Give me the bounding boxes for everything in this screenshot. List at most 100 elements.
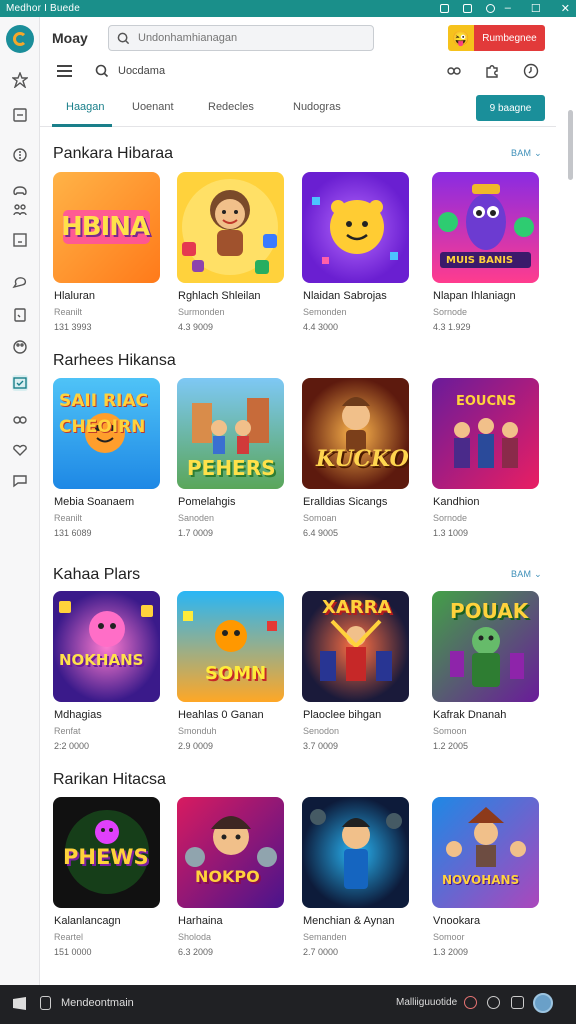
gamepad-icon[interactable] xyxy=(12,182,28,198)
phone-icon[interactable] xyxy=(40,996,51,1010)
game-title: Vnookara xyxy=(433,915,481,927)
taskbar-status-label: Malliiguuotide xyxy=(396,997,458,1008)
game-art-text: NOKPO xyxy=(195,867,260,886)
clipboard-icon[interactable] xyxy=(12,307,28,323)
tray-icon-1[interactable] xyxy=(439,4,449,13)
message-icon[interactable] xyxy=(12,472,28,488)
start-icon[interactable] xyxy=(13,997,26,1010)
document-icon[interactable] xyxy=(12,107,28,123)
game-thumbnail[interactable] xyxy=(302,797,409,908)
tab-action-button[interactable]: 9 baagne xyxy=(476,95,545,121)
game-thumbnail[interactable]: KUCKO xyxy=(302,378,409,489)
promo-banner[interactable]: 😜 Rumbegnee xyxy=(448,25,545,51)
brand-name: Moay xyxy=(52,30,88,46)
game-card[interactable]: PEHERS Pomelahgis Sanoden 1.7 0009 xyxy=(177,378,289,538)
game-rating: 3.7 0009 xyxy=(303,741,339,751)
window-icon[interactable] xyxy=(511,996,524,1009)
record-icon[interactable] xyxy=(464,996,477,1009)
game-category: Sornode xyxy=(433,513,468,523)
game-card[interactable]: MUIS BANIS Nlapan Ihlaniagn Sornode 4.3 … xyxy=(432,172,544,332)
game-rating: 6.3 2009 xyxy=(178,947,214,957)
scrollbar[interactable] xyxy=(568,90,574,980)
game-thumbnail[interactable]: POUAK xyxy=(432,591,539,702)
game-category: Reanilt xyxy=(54,307,83,317)
tab-redecles[interactable]: Redecles xyxy=(208,101,254,113)
game-thumbnail[interactable] xyxy=(302,172,409,283)
game-thumbnail[interactable]: EOUCNS xyxy=(432,378,539,489)
game-art-text: NOKHANS xyxy=(59,651,144,669)
tab-nudogras[interactable]: Nudogras xyxy=(293,101,341,113)
game-thumbnail[interactable]: NOKPO xyxy=(177,797,284,908)
app-logo[interactable] xyxy=(6,25,34,53)
tray-icon-3[interactable] xyxy=(485,4,495,13)
game-title: Eralldias Sicangs xyxy=(303,496,388,508)
settings-icon[interactable] xyxy=(487,996,500,1009)
game-rating: 4.3 9009 xyxy=(178,322,214,332)
game-card[interactable]: EOUCNS Kandhion Sornode 1.3 1009 xyxy=(432,378,544,538)
game-category: Semanden xyxy=(303,932,347,942)
avatar[interactable] xyxy=(533,993,553,1013)
search-icon xyxy=(117,32,130,44)
tray-icon-2[interactable] xyxy=(462,4,472,13)
game-thumbnail[interactable]: MUIS BANIS xyxy=(432,172,539,283)
tab-haagan[interactable]: Haagan xyxy=(66,101,105,113)
game-art-text: MUIS BANIS xyxy=(446,255,514,266)
taskbar-app-label[interactable]: Mendeontmain xyxy=(61,997,134,1009)
see-all-link[interactable]: BAM ⌄ xyxy=(511,569,542,580)
game-art-text: NOVOHANS xyxy=(442,873,520,887)
chat-icon[interactable] xyxy=(12,275,28,291)
minimize-button[interactable]: – xyxy=(505,2,511,15)
section-title: Rarhees Hikansa xyxy=(53,352,176,369)
see-all-link[interactable]: BAM ⌄ xyxy=(511,148,542,159)
game-card[interactable]: POUAK Kafrak Dnanah Somoon 1.2 2005 xyxy=(432,591,544,751)
clock-icon[interactable] xyxy=(523,63,539,79)
people-icon[interactable] xyxy=(12,202,28,218)
game-art-text: HBINA xyxy=(61,212,150,242)
game-card[interactable]: NOVOHANS Vnookara Somoor 1.3 2009 xyxy=(432,797,544,957)
game-thumbnail[interactable]: HBINA xyxy=(53,172,160,283)
game-thumbnail[interactable]: NOVOHANS xyxy=(432,797,539,908)
currency-icon[interactable] xyxy=(12,147,28,163)
heart-icon[interactable] xyxy=(12,442,28,458)
promo-button[interactable]: Rumbegnee xyxy=(474,25,545,51)
search-bar[interactable] xyxy=(108,25,374,51)
game-card[interactable]: PHEWS Kalanlancagn Reartel 151 0000 xyxy=(53,797,165,957)
palette-icon[interactable] xyxy=(12,339,28,355)
search-input[interactable] xyxy=(138,32,358,44)
link-icon[interactable] xyxy=(12,412,28,428)
scrollbar-thumb[interactable] xyxy=(568,110,573,180)
game-card[interactable]: SOMN Heahlas 0 Ganan Smonduh 2.9 0009 xyxy=(177,591,289,751)
star-icon[interactable] xyxy=(10,71,30,90)
media-icon[interactable] xyxy=(12,375,28,391)
game-rating: 4.3 1.929 xyxy=(433,322,471,332)
game-thumbnail[interactable]: PEHERS xyxy=(177,378,284,489)
hamburger-menu-icon[interactable] xyxy=(57,65,72,77)
window-icon[interactable] xyxy=(12,232,28,248)
game-thumbnail[interactable] xyxy=(177,172,284,283)
section-title: Rarikan Hitacsa xyxy=(53,771,166,788)
game-card[interactable]: Rghlach Shleilan Surmonden 4.3 9009 xyxy=(177,172,289,332)
game-title: Nlapan Ihlaniagn xyxy=(433,290,516,302)
game-card[interactable]: NOKHANS Mdhagias Renfat 2:2 0000 xyxy=(53,591,165,751)
game-category: Senodon xyxy=(303,726,340,736)
tab-uoenant[interactable]: Uoenant xyxy=(132,101,174,113)
game-thumbnail[interactable]: SAII RIAC CHEOIRN xyxy=(53,378,160,489)
game-card[interactable]: Menchian & Aynan Semanden 2.7 0000 xyxy=(302,797,414,957)
left-sidebar xyxy=(0,17,40,985)
close-button[interactable]: ✕ xyxy=(561,2,570,15)
maximize-button[interactable]: ☐ xyxy=(531,2,541,15)
game-card[interactable]: Nlaidan Sabrojas Semonden 4.4 3000 xyxy=(302,172,414,332)
game-thumbnail[interactable]: NOKHANS xyxy=(53,591,160,702)
category-tabs: Haagan Uoenant Redecles Nudogras 9 baagn… xyxy=(40,87,556,127)
game-card[interactable]: KUCKO Eralldias Sicangs Somoan 6.4 9005 xyxy=(302,378,414,538)
puzzle-icon[interactable] xyxy=(484,63,500,79)
game-thumbnail[interactable]: PHEWS xyxy=(53,797,160,908)
game-thumbnail[interactable]: SOMN xyxy=(177,591,284,702)
refresh-icon[interactable] xyxy=(446,63,462,79)
game-card[interactable]: NOKPO Harhaina Sholoda 6.3 2009 xyxy=(177,797,289,957)
game-card[interactable]: SAII RIAC CHEOIRN Mebia Soanaem Reanilt … xyxy=(53,378,165,538)
game-card[interactable]: XARRA Plaoclee bihgan Senodon 3.7 0009 xyxy=(302,591,414,751)
search-icon[interactable] xyxy=(95,64,109,83)
game-thumbnail[interactable]: XARRA xyxy=(302,591,409,702)
game-card[interactable]: HBINA Hlaluran Reanilt 131 3993 xyxy=(53,172,165,332)
